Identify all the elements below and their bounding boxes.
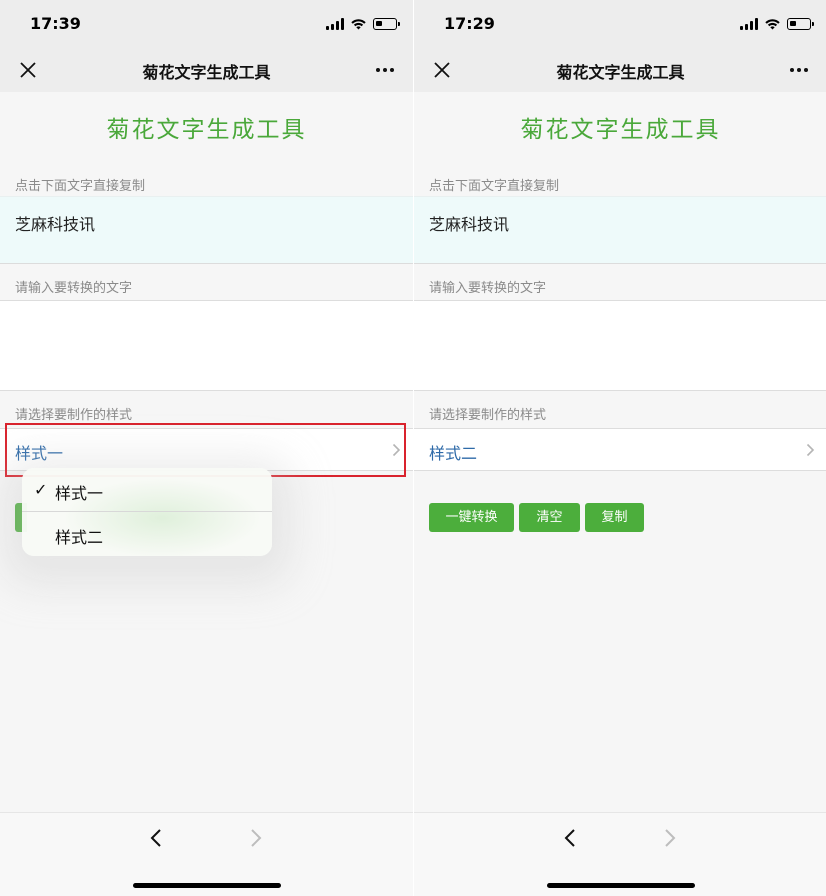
back-arrow-icon[interactable] [148, 827, 164, 849]
signal-icon [740, 18, 758, 30]
battery-icon [787, 18, 814, 30]
bottom-toolbar [0, 812, 413, 896]
dropdown-option-style-1[interactable]: ✓ 样式一 [22, 468, 272, 512]
style-selector[interactable]: 样式一 [0, 428, 413, 471]
status-icons [326, 16, 400, 32]
nav-bar: 菊花文字生成工具 [0, 48, 413, 92]
nav-title: 菊花文字生成工具 [556, 63, 685, 82]
nav-title: 菊花文字生成工具 [142, 63, 271, 82]
status-icons [740, 16, 814, 32]
page-heading: 菊花文字生成工具 [520, 117, 721, 143]
more-icon[interactable] [787, 58, 811, 82]
style-selector-value: 样式二 [429, 444, 478, 463]
right-screen: 17:29 菊花文字生成工具 菊花文字生成工具 点击下面文字直接复制 芝麻科技讯… [414, 0, 826, 896]
battery-icon [373, 18, 400, 30]
status-bar: 17:29 [414, 0, 826, 48]
wifi-icon [765, 19, 780, 30]
style-label: 请选择要制作的样式 [429, 408, 547, 423]
dropdown-option-label: 样式一 [55, 484, 104, 503]
check-icon: ✓ [34, 480, 48, 499]
style-selector[interactable]: 样式二 [414, 428, 826, 471]
back-arrow-icon[interactable] [562, 827, 578, 849]
style-selector-value: 样式一 [15, 444, 64, 463]
status-time: 17:29 [444, 14, 495, 33]
output-text-box[interactable]: 芝麻科技讯 [0, 196, 413, 264]
bottom-toolbar [414, 812, 826, 896]
home-indicator [133, 883, 281, 888]
output-text: 芝麻科技讯 [429, 215, 510, 234]
left-screen: 17:39 菊花文字生成工具 菊花文字生成工具 点击下面文字直接复制 芝麻科技讯… [0, 0, 413, 896]
text-input-area[interactable] [0, 300, 413, 391]
chevron-right-icon [392, 443, 401, 457]
page-heading: 菊花文字生成工具 [106, 117, 307, 143]
output-text: 芝麻科技讯 [15, 215, 96, 234]
style-label: 请选择要制作的样式 [15, 408, 133, 423]
home-indicator [547, 883, 695, 888]
chevron-right-icon [806, 443, 815, 457]
dropdown-option-label: 样式二 [55, 528, 104, 547]
copy-hint-label: 点击下面文字直接复制 [15, 179, 146, 194]
style-dropdown-menu: ✓ 样式一 样式二 [22, 468, 272, 556]
nav-bar: 菊花文字生成工具 [414, 48, 826, 92]
convert-button[interactable]: 一键转换 [429, 503, 514, 532]
forward-arrow-icon[interactable] [248, 827, 264, 849]
status-time: 17:39 [30, 14, 81, 33]
status-bar: 17:39 [0, 0, 413, 48]
copy-button[interactable]: 复制 [585, 503, 644, 532]
input-label: 请输入要转换的文字 [429, 281, 547, 296]
more-icon[interactable] [373, 58, 397, 82]
input-label: 请输入要转换的文字 [15, 281, 133, 296]
forward-arrow-icon[interactable] [662, 827, 678, 849]
action-buttons: 一键转换 清空 复制 [429, 503, 644, 532]
clear-button[interactable]: 清空 [519, 503, 580, 532]
text-input-area[interactable] [414, 300, 826, 391]
output-text-box[interactable]: 芝麻科技讯 [414, 196, 826, 264]
page-content: 菊花文字生成工具 点击下面文字直接复制 芝麻科技讯 请输入要转换的文字 请选择要… [0, 92, 413, 812]
dropdown-option-style-2[interactable]: 样式二 [22, 512, 272, 556]
signal-icon [326, 18, 344, 30]
copy-hint-label: 点击下面文字直接复制 [429, 179, 560, 194]
wifi-icon [351, 19, 366, 30]
page-content: 菊花文字生成工具 点击下面文字直接复制 芝麻科技讯 请输入要转换的文字 请选择要… [414, 92, 826, 812]
